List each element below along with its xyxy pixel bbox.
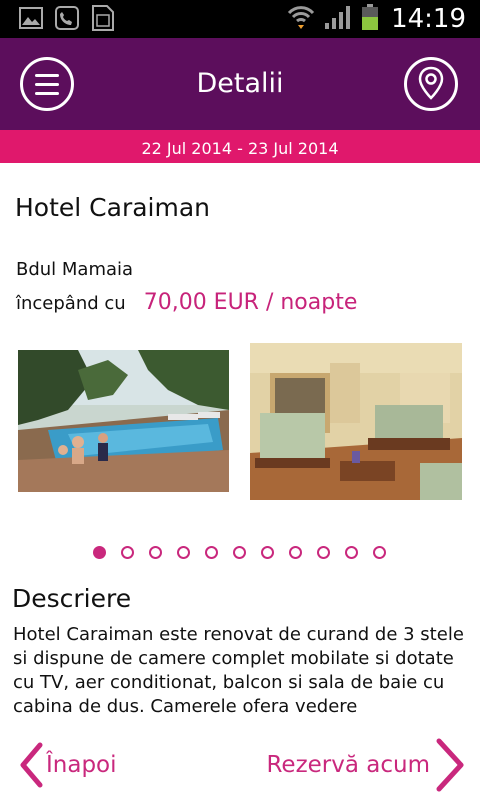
book-label: Rezervă acum [266, 752, 430, 778]
status-bar: 14:19 [0, 0, 480, 38]
pager-dot[interactable] [317, 546, 330, 559]
description-text: Hotel Caraiman este renovat de curand de… [13, 624, 464, 717]
map-button[interactable] [404, 57, 458, 111]
book-now-button[interactable]: Rezervă acum [266, 738, 466, 792]
back-label: Înapoi [46, 752, 117, 778]
signal-icon [323, 4, 353, 34]
pager-dot[interactable] [261, 546, 274, 559]
chevron-right-icon [436, 738, 464, 792]
notification-icons [18, 5, 116, 31]
hotel-address: Bdul Mamaia [16, 259, 134, 280]
pager-dot[interactable] [345, 546, 358, 559]
pager-dot[interactable] [149, 546, 162, 559]
price-label: începând cu [16, 293, 126, 314]
price-value: 70,00 EUR / noapte [143, 290, 358, 315]
gallery-pager[interactable] [93, 546, 386, 559]
pager-dot[interactable] [93, 546, 106, 559]
lobby-photo[interactable] [250, 343, 462, 500]
pager-dot[interactable] [205, 546, 218, 559]
map-pin-icon [418, 66, 444, 100]
pager-dot[interactable] [289, 546, 302, 559]
app-bar: Detalii [0, 38, 480, 130]
image-icon [18, 5, 44, 31]
date-range-bar[interactable]: 22 Jul 2014 - 23 Jul 2014 [0, 130, 480, 163]
price-row: începând cu 70,00 EUR / noapte [16, 290, 357, 315]
sip-call-icon [54, 5, 80, 31]
hotel-name: Hotel Caraiman [15, 193, 211, 222]
pager-dot[interactable] [373, 546, 386, 559]
battery-icon [361, 3, 379, 35]
status-time: 14:19 [391, 4, 466, 34]
back-button[interactable]: Înapoi [18, 740, 117, 790]
pager-dot[interactable] [233, 546, 246, 559]
description-title: Descriere [12, 584, 132, 613]
pool-photo[interactable] [18, 350, 229, 492]
sim-icon [90, 5, 116, 31]
wifi-icon [287, 4, 315, 34]
pager-dot[interactable] [177, 546, 190, 559]
chevron-left-icon [20, 742, 43, 788]
pager-dot[interactable] [121, 546, 134, 559]
